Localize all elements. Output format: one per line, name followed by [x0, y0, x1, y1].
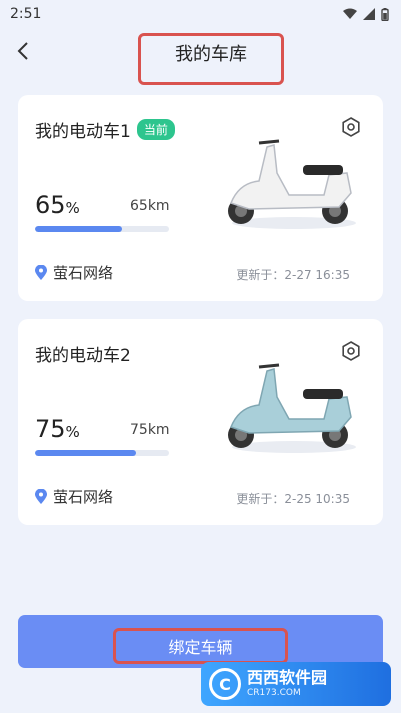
- battery-progress-bar: [35, 450, 169, 456]
- status-bar: 2:51: [0, 0, 401, 28]
- location-label: 萤石网络: [53, 264, 114, 282]
- range-value: 75km: [130, 422, 170, 438]
- location-pin-icon: [35, 489, 47, 504]
- location-row: 萤石网络: [35, 486, 113, 507]
- battery-percentage: 65%: [35, 191, 80, 219]
- scooter-image: [228, 363, 356, 453]
- location-row: 萤石网络: [35, 262, 113, 283]
- chevron-left-icon: [17, 42, 28, 60]
- battery-unit: %: [65, 423, 80, 441]
- vehicle-name-row: 我的电动车1 当前: [35, 117, 175, 142]
- battery-number: 75: [35, 415, 66, 443]
- bind-vehicle-label[interactable]: 绑定车辆: [113, 628, 288, 664]
- battery-number: 65: [35, 191, 66, 219]
- battery-icon: [381, 7, 389, 21]
- back-button[interactable]: [10, 38, 36, 64]
- location-pin-icon: [35, 265, 47, 280]
- watermark-logo-icon: C: [209, 668, 241, 700]
- location-label: 萤石网络: [53, 488, 114, 506]
- status-icons: [343, 7, 389, 21]
- signal-icon: [363, 8, 375, 20]
- vehicle-card-1[interactable]: 我的电动车1 当前 65% 65km 萤石网络 更新于：2-27 16:35: [18, 95, 383, 301]
- watermark-name: 西西软件园: [247, 668, 328, 687]
- vehicle-name: 我的电动车2: [35, 346, 131, 366]
- current-badge: 当前: [136, 119, 175, 140]
- wifi-icon: [343, 8, 357, 19]
- vehicle-name-row: 我的电动车2: [35, 341, 131, 366]
- scooter-image: [228, 139, 356, 229]
- vehicle-card-2[interactable]: 我的电动车2 75% 75km 萤石网络 更新于：2-25 10:35: [18, 319, 383, 525]
- page-title: 我的车库: [138, 33, 284, 85]
- vehicle-name: 我的电动车1: [35, 122, 131, 142]
- battery-progress-bar: [35, 226, 169, 232]
- updated-time: 更新于：2-27 16:35: [236, 268, 350, 282]
- battery-unit: %: [65, 199, 80, 217]
- status-time: 2:51: [10, 6, 42, 22]
- watermark: C 西西软件园 CR173.COM: [201, 662, 391, 706]
- scooter-body: [230, 144, 352, 210]
- range-value: 65km: [130, 198, 170, 214]
- watermark-domain: CR173.COM: [247, 688, 301, 698]
- updated-time: 更新于：2-25 10:35: [236, 492, 350, 506]
- scooter-body: [230, 368, 352, 434]
- battery-percentage: 75%: [35, 415, 80, 443]
- header: 我的车库: [0, 28, 401, 85]
- battery-progress-fill: [35, 226, 123, 232]
- battery-progress-fill: [35, 450, 136, 456]
